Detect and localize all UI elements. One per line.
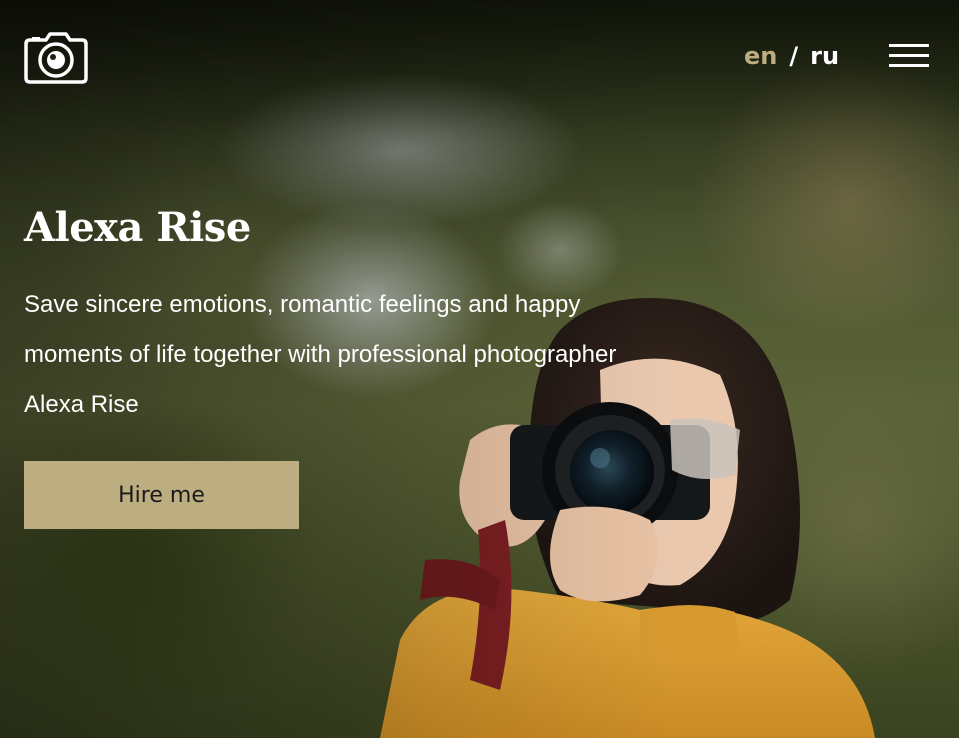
hamburger-menu-icon[interactable] (889, 43, 929, 69)
hero-subtitle: Save sincere emotions, romantic feelings… (24, 291, 617, 418)
site-header: en / ru (0, 0, 959, 110)
menu-bar (889, 54, 929, 57)
hire-me-button[interactable]: Hire me (24, 461, 299, 529)
language-switcher: en / ru (744, 40, 839, 72)
lang-en-link[interactable]: en (744, 42, 777, 70)
camera-icon (24, 32, 88, 84)
logo-camera-icon[interactable] (24, 30, 88, 84)
hero-title: Alexa Rise (24, 204, 251, 251)
lang-separator: / (789, 42, 799, 70)
hero-section: en / ru Alexa Rise Save sincere emotions… (0, 0, 959, 738)
menu-bar (889, 44, 929, 47)
lang-ru-link[interactable]: ru (810, 42, 839, 70)
menu-bar (889, 64, 929, 67)
